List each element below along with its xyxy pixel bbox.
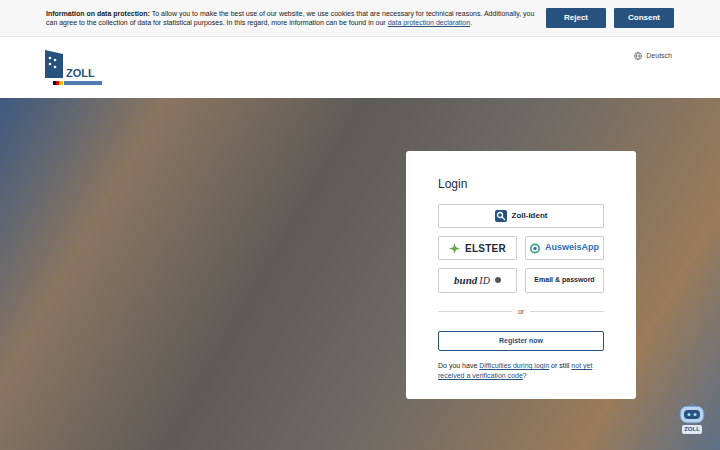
ausweis-login-button[interactable]: AusweisApp xyxy=(525,236,604,260)
consent-button[interactable]: Consent xyxy=(614,8,674,28)
elster-login-button[interactable]: ELSTER xyxy=(438,236,517,260)
robot-icon xyxy=(678,403,706,425)
header: ZOLL Deutsch xyxy=(0,37,720,98)
hero-photo: Login Zoll-Ident ELSTER AusweisApp bundID Ema… xyxy=(0,98,720,450)
ausweisapp-icon xyxy=(530,243,540,254)
provider-grid: Zoll-Ident ELSTER AusweisApp bundID Email & … xyxy=(438,204,604,293)
zoll-login-button[interactable]: Zoll-Ident xyxy=(438,204,604,228)
zoll-logo[interactable]: ZOLL xyxy=(45,50,102,86)
difficulties-link[interactable]: Difficulties during login xyxy=(479,362,549,369)
elster-icon xyxy=(449,243,460,254)
cookie-text: Information on data protection: To allow… xyxy=(46,9,538,27)
register-button[interactable]: Register now xyxy=(438,331,604,351)
bundid-dot-icon xyxy=(495,277,501,283)
reject-button[interactable]: Reject xyxy=(546,8,606,28)
help-text: Do you have Difficulties during login or… xyxy=(438,361,604,381)
chatbot[interactable]: ZOLL xyxy=(678,403,706,434)
globe-icon xyxy=(634,52,642,60)
logo-bar xyxy=(64,81,102,85)
login-card: Login Zoll-Ident ELSTER AusweisApp bundID Ema… xyxy=(406,151,636,399)
or-divider: or xyxy=(438,307,604,318)
cookie-banner: Information on data protection: To allow… xyxy=(0,0,720,37)
email-login-button[interactable]: Email & password xyxy=(525,268,604,293)
language-switch[interactable]: Deutsch xyxy=(634,50,672,62)
login-title: Login xyxy=(438,175,604,193)
zoll-ident-icon xyxy=(495,210,507,222)
data-protection-link[interactable]: data protection declaration xyxy=(388,19,471,26)
bundid-login-button[interactable]: bundID xyxy=(438,268,517,293)
page: Information on data protection: To allow… xyxy=(0,0,720,450)
zoll-flag-icon xyxy=(45,50,63,86)
